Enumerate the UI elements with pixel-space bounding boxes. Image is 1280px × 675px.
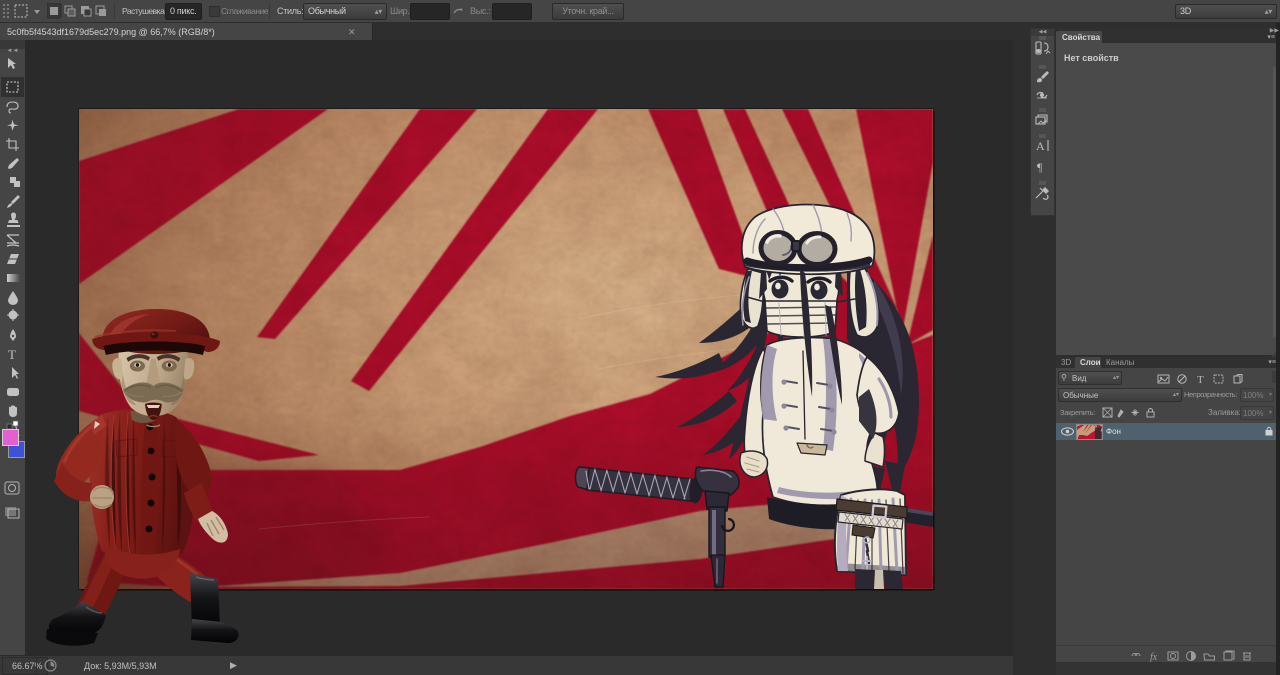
svg-text:T: T xyxy=(8,347,16,362)
svg-text:fx: fx xyxy=(1150,652,1158,662)
svg-text:A: A xyxy=(1036,139,1045,153)
svg-text:¶: ¶ xyxy=(1037,160,1043,174)
svg-text:T: T xyxy=(1197,374,1204,385)
